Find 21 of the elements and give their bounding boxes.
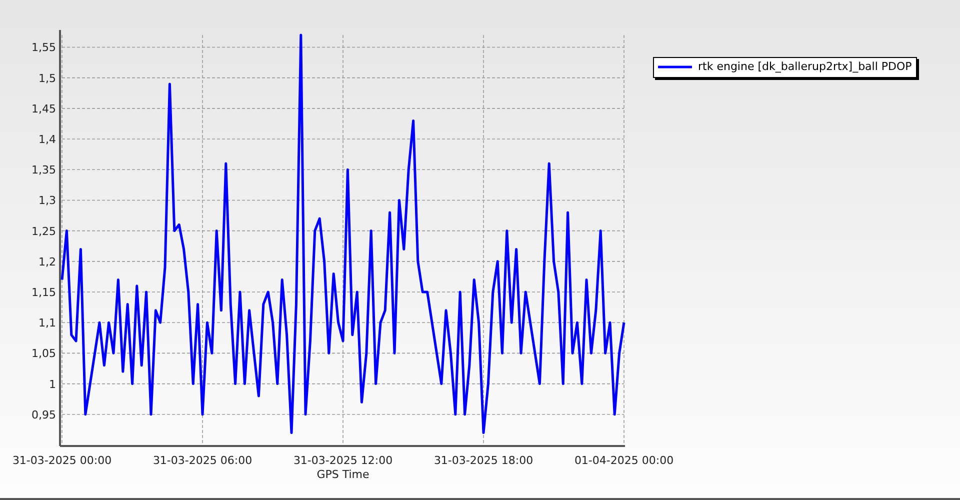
y-tick-label: 1,55 bbox=[32, 41, 56, 54]
y-tick-label: 1,25 bbox=[32, 224, 56, 238]
x-tick-label: 31-03-2025 12:00 bbox=[293, 454, 393, 467]
y-tick-label: 0,95 bbox=[32, 408, 56, 422]
y-tick-label: 1,1 bbox=[38, 316, 56, 330]
y-tick-label: 1,5 bbox=[38, 72, 56, 85]
y-tick-label: 1,05 bbox=[32, 347, 56, 360]
y-tick-label: 1,35 bbox=[32, 164, 56, 177]
legend-line-icon bbox=[658, 65, 692, 70]
y-tick-label: 1,15 bbox=[32, 286, 56, 300]
x-axis-title: GPS Time bbox=[316, 468, 370, 481]
x-tick-label: 31-03-2025 18:00 bbox=[434, 454, 534, 467]
y-tick-label: 1,45 bbox=[32, 102, 56, 116]
y-tick-label: 1,2 bbox=[38, 255, 56, 268]
y-tick-label: 1 bbox=[49, 378, 56, 391]
x-tick-label: 31-03-2025 00:00 bbox=[12, 454, 112, 467]
x-tick-label: 31-03-2025 06:00 bbox=[152, 454, 252, 467]
x-tick-label: 01-04-2025 00:00 bbox=[574, 454, 674, 467]
y-tick-label: 1,4 bbox=[38, 133, 56, 146]
y-tick-label: 1,3 bbox=[38, 194, 56, 208]
legend-label: rtk engine [dk_ballerup2rtx]_ball PDOP bbox=[698, 59, 912, 75]
